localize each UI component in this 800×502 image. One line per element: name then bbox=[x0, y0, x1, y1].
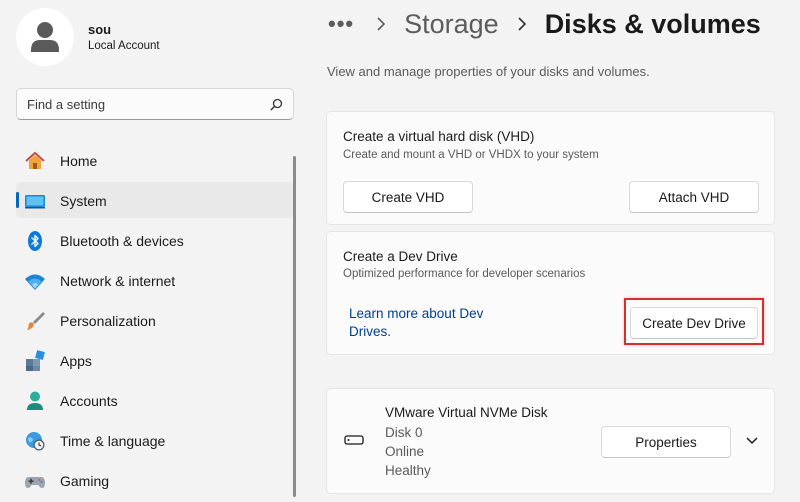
sidebar-item-label: Home bbox=[60, 153, 98, 169]
globe-clock-icon bbox=[26, 432, 45, 451]
disk-card: VMware Virtual NVMe Disk Disk 0 Online H… bbox=[326, 388, 775, 494]
avatar bbox=[16, 8, 74, 66]
sidebar-item-system[interactable]: System bbox=[16, 182, 294, 218]
properties-button[interactable]: Properties bbox=[601, 426, 731, 458]
profile-name: sou bbox=[88, 22, 112, 37]
disk-drive-icon bbox=[344, 435, 364, 445]
home-icon bbox=[25, 151, 45, 169]
disk-name: VMware Virtual NVMe Disk bbox=[385, 405, 548, 420]
vhd-card-title: Create a virtual hard disk (VHD) bbox=[343, 129, 535, 144]
sidebar-item-label: Network & internet bbox=[60, 273, 176, 289]
dev-drive-card: Create a Dev Drive Optimized performance… bbox=[326, 231, 775, 355]
sidebar-scrollbar[interactable] bbox=[293, 156, 296, 497]
breadcrumb-storage-link[interactable]: Storage bbox=[404, 9, 499, 40]
disk-health: Healthy bbox=[385, 463, 431, 478]
learn-more-dev-drives-link[interactable]: Learn more about Dev Drives. bbox=[349, 305, 509, 341]
chevron-right-icon bbox=[518, 17, 526, 31]
sidebar-item-label: Personalization bbox=[60, 313, 156, 329]
sidebar-item-time-language[interactable]: Time & language bbox=[16, 422, 294, 458]
disk-status: Online bbox=[385, 444, 425, 459]
sidebar-item-label: Apps bbox=[60, 353, 92, 369]
controller-icon bbox=[25, 477, 45, 488]
create-vhd-button[interactable]: Create VHD bbox=[343, 181, 473, 213]
sidebar-item-label: Bluetooth & devices bbox=[60, 233, 184, 249]
nav-list: Home System Bluetooth & devices Network … bbox=[16, 142, 294, 502]
search-icon[interactable] bbox=[270, 98, 283, 111]
sidebar-item-label: Accounts bbox=[60, 393, 118, 409]
sidebar-item-label: System bbox=[60, 193, 107, 209]
sidebar-item-apps[interactable]: Apps bbox=[16, 342, 294, 378]
dev-drive-card-subtitle: Optimized performance for developer scen… bbox=[343, 268, 586, 280]
active-indicator bbox=[16, 192, 19, 208]
wifi-icon bbox=[25, 274, 45, 290]
sidebar-item-label: Gaming bbox=[60, 473, 110, 489]
sidebar-item-home[interactable]: Home bbox=[16, 142, 294, 178]
page-title: Disks & volumes bbox=[544, 8, 761, 39]
vhd-card-subtitle: Create and mount a VHD or VHDX to your s… bbox=[343, 149, 599, 161]
system-icon bbox=[25, 195, 45, 209]
bluetooth-icon bbox=[28, 231, 42, 251]
disk-number: Disk 0 bbox=[385, 425, 423, 440]
chevron-down-icon[interactable] bbox=[745, 436, 759, 446]
sidebar-item-bluetooth[interactable]: Bluetooth & devices bbox=[16, 222, 294, 258]
sidebar-item-gaming[interactable]: Gaming bbox=[16, 462, 294, 498]
person-icon bbox=[31, 22, 59, 52]
search-input[interactable] bbox=[17, 89, 267, 119]
sidebar-item-personalization[interactable]: Personalization bbox=[16, 302, 294, 338]
dev-drive-card-title: Create a Dev Drive bbox=[343, 249, 458, 264]
profile-account-type: Local Account bbox=[88, 40, 160, 52]
sidebar-item-network[interactable]: Network & internet bbox=[16, 262, 294, 298]
page-description: View and manage properties of your disks… bbox=[327, 64, 650, 79]
chevron-right-icon bbox=[377, 17, 386, 31]
search-box[interactable] bbox=[16, 88, 294, 120]
accounts-icon bbox=[27, 391, 43, 410]
brush-icon bbox=[27, 312, 45, 330]
create-dev-drive-button[interactable]: Create Dev Drive bbox=[630, 307, 758, 339]
user-profile[interactable]: sou Local Account bbox=[16, 8, 296, 66]
sidebar-item-label: Time & language bbox=[60, 433, 166, 449]
apps-icon bbox=[26, 350, 45, 371]
breadcrumb-more-button[interactable]: ••• bbox=[328, 11, 354, 37]
sidebar-item-accounts[interactable]: Accounts bbox=[16, 382, 294, 418]
sidebar: sou Local Account Home Syst bbox=[0, 0, 300, 497]
attach-vhd-button[interactable]: Attach VHD bbox=[629, 181, 759, 213]
breadcrumb: ••• Storage Disks & volumes bbox=[328, 4, 761, 44]
vhd-card: Create a virtual hard disk (VHD) Create … bbox=[326, 111, 775, 225]
